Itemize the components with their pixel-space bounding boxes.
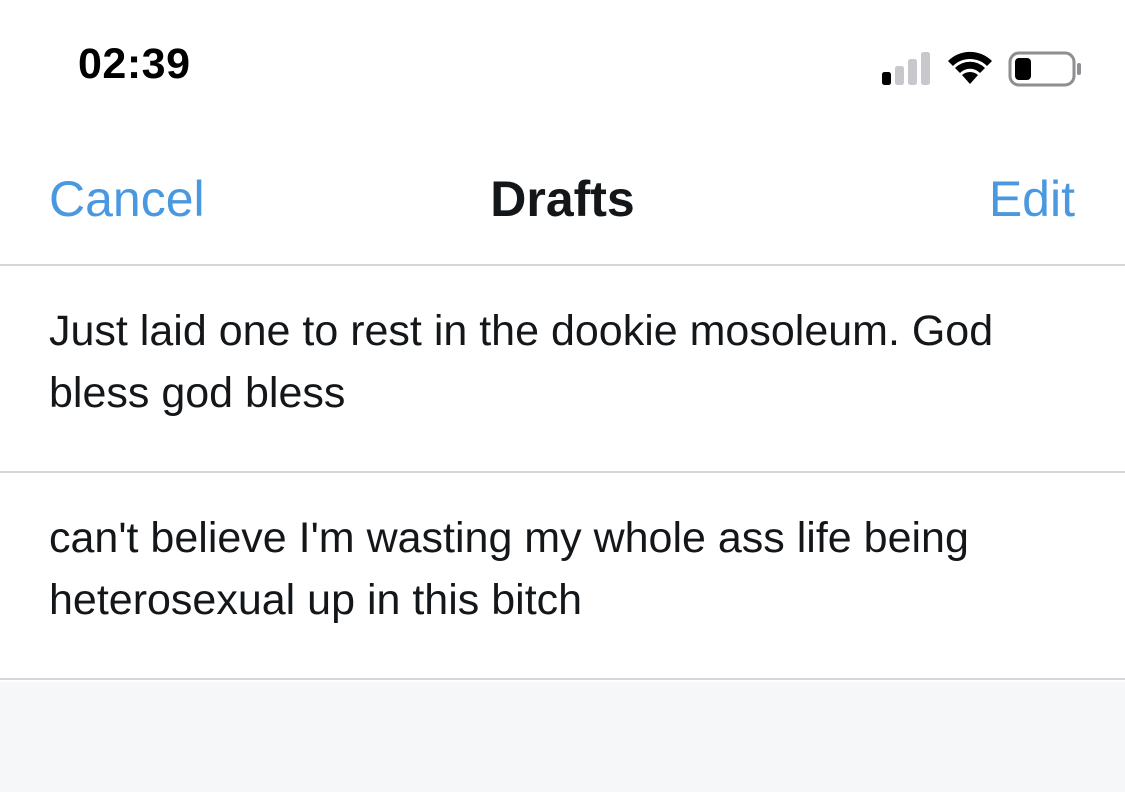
edit-button[interactable]: Edit <box>989 170 1075 228</box>
drafts-screen: 02:39 Cancel Drafts Edit Just laid one t… <box>0 0 1125 792</box>
wifi-icon <box>948 51 992 84</box>
draft-item[interactable]: Just laid one to rest in the dookie moso… <box>0 266 1125 473</box>
signal-icon <box>882 52 930 85</box>
draft-text: Just laid one to rest in the dookie moso… <box>49 307 994 417</box>
status-bar: 02:39 <box>0 0 1125 130</box>
draft-text: can't believe I'm wasting my whole ass l… <box>49 514 969 624</box>
drafts-list: Just laid one to rest in the dookie moso… <box>0 266 1125 680</box>
page-title: Drafts <box>490 171 635 227</box>
navigation-bar: Cancel Drafts Edit <box>0 140 1125 266</box>
status-time: 02:39 <box>78 40 191 88</box>
draft-item[interactable]: can't believe I'm wasting my whole ass l… <box>0 473 1125 680</box>
battery-icon <box>1008 51 1081 87</box>
empty-list-background <box>0 682 1125 792</box>
